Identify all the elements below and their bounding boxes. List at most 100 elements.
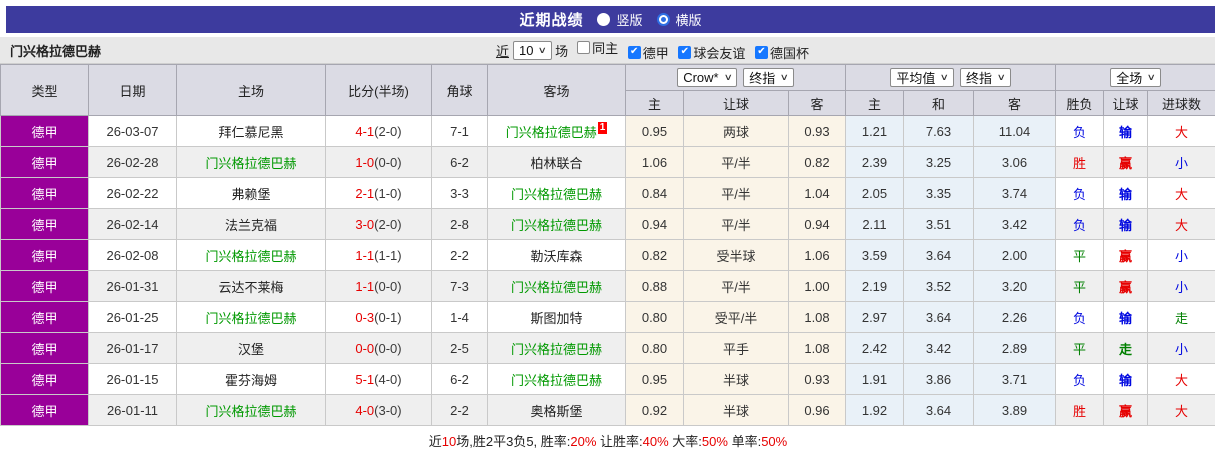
match-count-select[interactable]: 10 ∨ (513, 41, 552, 60)
average-select[interactable]: 平均值 ∨ (890, 68, 954, 87)
layout-radio-vertical[interactable]: 竖版 (597, 10, 642, 29)
fulltime-score: 0-0 (355, 341, 374, 356)
result-goals: 小 (1148, 333, 1215, 364)
filter-checkbox[interactable]: 同主 (577, 38, 618, 57)
result-handicap: 赢 (1104, 240, 1148, 271)
away-team-link[interactable]: 奥格斯堡 (530, 404, 582, 419)
home-team-link[interactable]: 门兴格拉德巴赫 (205, 404, 296, 419)
fulltime-score: 0-3 (355, 310, 374, 325)
crow-home-odds: 0.88 (626, 271, 684, 302)
filter-checkbox[interactable]: 德国杯 (755, 43, 809, 62)
home-team-link[interactable]: 拜仁慕尼黑 (218, 125, 283, 140)
subcol-result-wdl: 胜负 (1056, 91, 1104, 116)
away-team-link[interactable]: 门兴格拉德巴赫 (511, 280, 602, 295)
bookmaker-select[interactable]: Crow* ∨ (677, 68, 737, 87)
match-row: 德甲 26-02-14 法兰克福 3-0(2-0) 2-8 门兴格拉德巴赫 0.… (1, 209, 1215, 240)
league-badge: 德甲 (1, 209, 89, 240)
home-team-link[interactable]: 门兴格拉德巴赫 (205, 311, 296, 326)
avg-away-odds: 3.74 (974, 178, 1056, 209)
corner-score: 2-2 (432, 240, 488, 271)
crow-away-odds: 1.06 (789, 240, 846, 271)
crow-odds-type-value: 终指 (749, 68, 775, 87)
col-header-type: 类型 (1, 65, 89, 116)
league-badge: 德甲 (1, 178, 89, 209)
corner-score: 1-4 (432, 302, 488, 333)
away-team-cell: 柏林联合 (488, 147, 626, 178)
match-date: 26-01-15 (89, 364, 177, 395)
result-goals: 小 (1148, 271, 1215, 302)
result-wdl: 负 (1056, 209, 1104, 240)
away-team-cell: 门兴格拉德巴赫 (488, 333, 626, 364)
away-team-link[interactable]: 门兴格拉德巴赫 (511, 187, 602, 202)
home-team-link[interactable]: 汉堡 (238, 342, 264, 357)
away-team-link[interactable]: 门兴格拉德巴赫1 (506, 125, 608, 140)
home-team-link[interactable]: 弗赖堡 (231, 187, 270, 202)
score-cell: 1-0(0-0) (326, 147, 432, 178)
home-team-cell: 汉堡 (177, 333, 326, 364)
checkbox-icon[interactable] (577, 41, 590, 54)
filter-checkbox[interactable]: 球会友谊 (678, 43, 745, 62)
result-goals: 大 (1148, 116, 1215, 147)
away-team-link[interactable]: 斯图加特 (530, 311, 582, 326)
corner-score: 7-1 (432, 116, 488, 147)
score-cell: 3-0(2-0) (326, 209, 432, 240)
chevron-down-icon: ∨ (1147, 72, 1156, 83)
score-cell: 1-1(1-1) (326, 240, 432, 271)
avg-home-odds: 2.11 (846, 209, 904, 240)
fulltime-select[interactable]: 全场 ∨ (1110, 68, 1161, 87)
avg-draw-odds: 3.51 (904, 209, 974, 240)
filter-checkbox[interactable]: 德甲 (628, 43, 669, 62)
filter-label: 德国杯 (770, 43, 809, 62)
home-team-link[interactable]: 门兴格拉德巴赫 (205, 249, 296, 264)
home-team-link[interactable]: 云达不莱梅 (218, 280, 283, 295)
match-date: 26-01-11 (89, 395, 177, 426)
result-goals: 走 (1148, 302, 1215, 333)
corner-score: 2-2 (432, 395, 488, 426)
avg-draw-odds: 3.42 (904, 333, 974, 364)
checkbox-icon[interactable] (678, 46, 691, 59)
home-team-cell: 门兴格拉德巴赫 (177, 147, 326, 178)
crow-away-odds: 0.82 (789, 147, 846, 178)
away-team-link[interactable]: 门兴格拉德巴赫 (511, 218, 602, 233)
home-team-cell: 门兴格拉德巴赫 (177, 302, 326, 333)
checkbox-icon[interactable] (755, 46, 768, 59)
avg-odds-type-select[interactable]: 终指 ∨ (960, 68, 1011, 87)
subcol-crow-away: 客 (789, 91, 846, 116)
away-team-link[interactable]: 柏林联合 (530, 156, 582, 171)
header-row-groups: 类型 日期 主场 比分(半场) 角球 客场 Crow* ∨ 终指 ∨ (1, 65, 1215, 91)
checkbox-icon[interactable] (628, 46, 641, 59)
match-date: 26-02-14 (89, 209, 177, 240)
home-team-link[interactable]: 霍芬海姆 (225, 373, 277, 388)
match-date: 26-02-08 (89, 240, 177, 271)
near-count-link[interactable]: 近 (496, 41, 509, 60)
league-badge: 德甲 (1, 395, 89, 426)
crow-away-odds: 1.08 (789, 333, 846, 364)
away-team-link[interactable]: 门兴格拉德巴赫 (511, 342, 602, 357)
radio-icon-horizontal[interactable] (657, 13, 670, 26)
crow-home-odds: 0.80 (626, 333, 684, 364)
home-team-link[interactable]: 门兴格拉德巴赫 (205, 156, 296, 171)
halftime-score: (0-0) (374, 279, 401, 294)
handicap-line: 平手 (684, 333, 789, 364)
crow-away-odds: 0.96 (789, 395, 846, 426)
away-team-link[interactable]: 门兴格拉德巴赫 (511, 373, 602, 388)
away-team-link[interactable]: 勒沃库森 (530, 249, 582, 264)
crow-away-odds: 1.04 (789, 178, 846, 209)
avg-away-odds: 11.04 (974, 116, 1056, 147)
radio-label-horizontal: 横版 (676, 10, 702, 29)
layout-radio-horizontal[interactable]: 横版 (657, 10, 702, 29)
crow-odds-type-select[interactable]: 终指 ∨ (743, 68, 794, 87)
fulltime-score: 4-1 (355, 124, 374, 139)
fulltime-score: 1-1 (355, 248, 374, 263)
result-goals: 小 (1148, 147, 1215, 178)
home-team-cell: 门兴格拉德巴赫 (177, 395, 326, 426)
corner-score: 2-8 (432, 209, 488, 240)
avg-draw-odds: 3.64 (904, 240, 974, 271)
match-count-value: 10 (519, 43, 533, 58)
recent-results-bar: 近期战绩 竖版 横版 (6, 6, 1215, 33)
radio-icon-vertical[interactable] (597, 13, 610, 26)
chevron-down-icon: ∨ (723, 72, 732, 83)
group-header-average: 平均值 ∨ 终指 ∨ (846, 65, 1056, 91)
home-team-link[interactable]: 法兰克福 (225, 218, 277, 233)
away-team-cell: 门兴格拉德巴赫 (488, 178, 626, 209)
